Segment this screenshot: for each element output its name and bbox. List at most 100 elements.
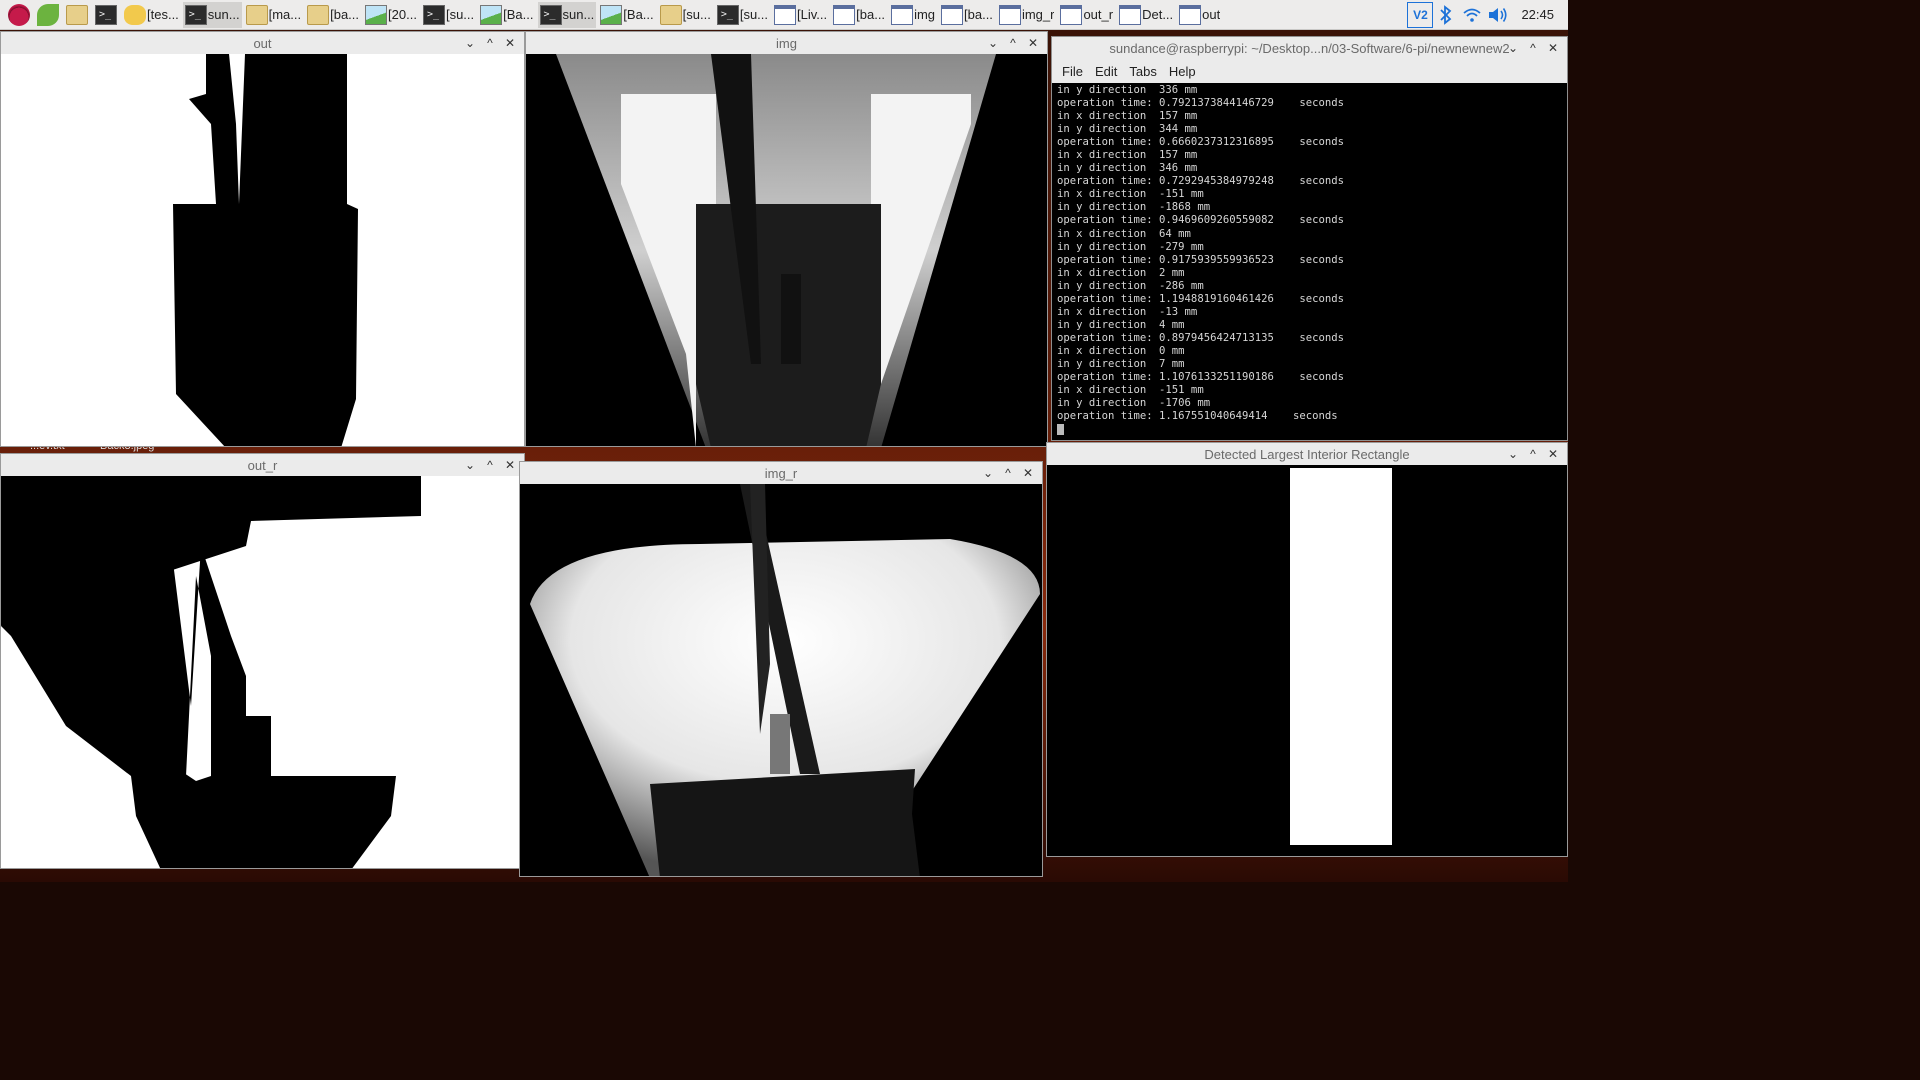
window-icon <box>1060 4 1083 25</box>
taskbar-window-button[interactable]: [ba... <box>831 2 887 28</box>
terminal-icon <box>539 4 562 25</box>
window-icon <box>833 4 856 25</box>
terminal-line: in x direction 64 mm <box>1057 227 1191 240</box>
window-out-r[interactable]: out_r ⌄ ^ ✕ <box>0 453 525 869</box>
terminal-cursor <box>1057 423 1064 435</box>
taskbar-window-button[interactable]: sun... <box>182 1 242 28</box>
camera-image <box>520 484 1042 876</box>
interior-rectangle <box>1290 468 1392 845</box>
terminal-line: in y direction 4 mm <box>1057 318 1185 331</box>
window-detected-rectangle[interactable]: Detected Largest Interior Rectangle ⌄ ^ … <box>1046 442 1568 857</box>
launcher-button[interactable] <box>35 2 62 28</box>
camera-frame <box>520 484 1042 876</box>
vnc-icon[interactable]: V2 <box>1407 1 1434 28</box>
close-icon[interactable]: ✕ <box>1018 466 1038 480</box>
taskbar-window-button[interactable]: img <box>889 2 937 28</box>
wifi-icon[interactable] <box>1459 2 1485 28</box>
taskbar-window-button[interactable]: [su... <box>658 2 713 28</box>
terminal-line: in y direction -279 mm <box>1057 240 1204 253</box>
image-viewer-icon <box>480 4 503 25</box>
minimize-icon[interactable]: ⌄ <box>460 458 480 472</box>
close-icon[interactable]: ✕ <box>500 36 520 50</box>
menu-help[interactable]: Help <box>1169 64 1196 79</box>
system-tray: V2 22:45 <box>1407 0 1568 30</box>
close-icon[interactable]: ✕ <box>1023 36 1043 50</box>
taskbar-window-button[interactable]: [20... <box>363 2 419 28</box>
terminal-icon <box>184 4 207 25</box>
taskbar-window-button[interactable]: Det... <box>1117 2 1175 28</box>
window-titlebar[interactable]: sundance@raspberrypi: ~/Desktop...n/03-S… <box>1052 37 1567 59</box>
taskbar-window-button[interactable]: [ba... <box>939 2 995 28</box>
taskbar-window-label: img_r <box>1021 7 1055 22</box>
taskbar-window-button[interactable]: [su... <box>715 2 770 28</box>
bluetooth-icon[interactable] <box>1433 2 1459 28</box>
window-icon <box>891 4 914 25</box>
taskbar-window-list: [tes... sun... [ma... [ba... [20... [su... [Ba… <box>120 1 1222 28</box>
terminal-launcher[interactable] <box>93 2 120 28</box>
terminal-line: operation time: 0.9175939559936523 secon… <box>1057 253 1345 266</box>
terminal-icon <box>95 4 117 25</box>
image-viewer-icon <box>600 4 623 25</box>
clock[interactable]: 22:45 <box>1521 7 1554 22</box>
taskbar-window-button[interactable]: [Liv... <box>772 2 829 28</box>
maximize-icon[interactable]: ^ <box>1523 447 1543 461</box>
window-titlebar[interactable]: img_r ⌄ ^ ✕ <box>520 462 1042 484</box>
window-icon <box>1179 4 1202 25</box>
terminal-output[interactable]: in y direction 336 mm operation time: 0.7… <box>1052 83 1567 440</box>
taskbar: [tes... sun... [ma... [ba... [20... [su... [Ba… <box>0 0 1568 30</box>
menu-edit[interactable]: Edit <box>1095 64 1117 79</box>
taskbar-window-button[interactable]: sun... <box>537 1 597 28</box>
taskbar-window-button[interactable]: [ba... <box>305 2 361 28</box>
window-img[interactable]: img ⌄ ^ ✕ <box>525 31 1048 447</box>
minimize-icon[interactable]: ⌄ <box>460 36 480 50</box>
window-titlebar[interactable]: out_r ⌄ ^ ✕ <box>1 454 524 476</box>
taskbar-window-button[interactable]: img_r <box>997 2 1057 28</box>
taskbar-window-button[interactable]: [tes... <box>122 2 181 28</box>
folder-icon <box>66 4 88 25</box>
taskbar-window-button[interactable]: [Ba... <box>478 2 535 28</box>
taskbar-window-button[interactable]: [ma... <box>244 2 304 28</box>
doge-icon <box>124 4 146 25</box>
window-titlebar[interactable]: img ⌄ ^ ✕ <box>526 32 1047 54</box>
close-icon[interactable]: ✕ <box>1543 41 1563 55</box>
maximize-icon[interactable]: ^ <box>480 458 500 472</box>
taskbar-window-button[interactable]: out <box>1177 2 1222 28</box>
maximize-icon[interactable]: ^ <box>998 466 1018 480</box>
maximize-icon[interactable]: ^ <box>1523 41 1543 55</box>
taskbar-window-label: [su... <box>445 7 475 22</box>
window-out[interactable]: out ⌄ ^ ✕ <box>0 31 525 447</box>
raspberry-menu-button[interactable] <box>6 2 33 28</box>
mask-shape <box>1 476 421 868</box>
minimize-icon[interactable]: ⌄ <box>983 36 1003 50</box>
taskbar-window-label: Det... <box>1142 7 1174 22</box>
taskbar-window-button[interactable]: out_r <box>1058 2 1115 28</box>
file-manager-launcher[interactable] <box>64 2 91 28</box>
window-icon <box>1119 4 1142 25</box>
binary-mask-image <box>1 54 524 446</box>
menu-file[interactable]: File <box>1062 64 1083 79</box>
menu-tabs[interactable]: Tabs <box>1129 64 1156 79</box>
window-img-r[interactable]: img_r ⌄ ^ ✕ <box>519 461 1043 877</box>
taskbar-window-label: [Liv... <box>797 7 828 22</box>
terminal-line: in x direction 157 mm <box>1057 110 1198 123</box>
maximize-icon[interactable]: ^ <box>1003 36 1023 50</box>
taskbar-window-button[interactable]: [su... <box>421 2 476 28</box>
window-titlebar[interactable]: Detected Largest Interior Rectangle ⌄ ^ … <box>1047 443 1567 465</box>
maximize-icon[interactable]: ^ <box>480 36 500 50</box>
minimize-icon[interactable]: ⌄ <box>978 466 998 480</box>
image-viewer-icon <box>365 4 388 25</box>
window-icon <box>774 4 797 25</box>
raspberry-icon <box>8 3 30 26</box>
terminal-window[interactable]: sundance@raspberrypi: ~/Desktop...n/03-S… <box>1051 36 1568 441</box>
taskbar-window-label: [ba... <box>856 7 886 22</box>
taskbar-window-label: [Ba... <box>503 7 534 22</box>
terminal-line: in x direction 157 mm <box>1057 149 1198 162</box>
terminal-line: operation time: 0.9469609260559082 secon… <box>1057 214 1345 227</box>
close-icon[interactable]: ✕ <box>1543 447 1563 461</box>
close-icon[interactable]: ✕ <box>500 458 520 472</box>
window-titlebar[interactable]: out ⌄ ^ ✕ <box>1 32 524 54</box>
minimize-icon[interactable]: ⌄ <box>1503 447 1523 461</box>
minimize-icon[interactable]: ⌄ <box>1503 41 1523 55</box>
volume-icon[interactable] <box>1485 2 1511 28</box>
taskbar-window-button[interactable]: [Ba... <box>598 2 655 28</box>
